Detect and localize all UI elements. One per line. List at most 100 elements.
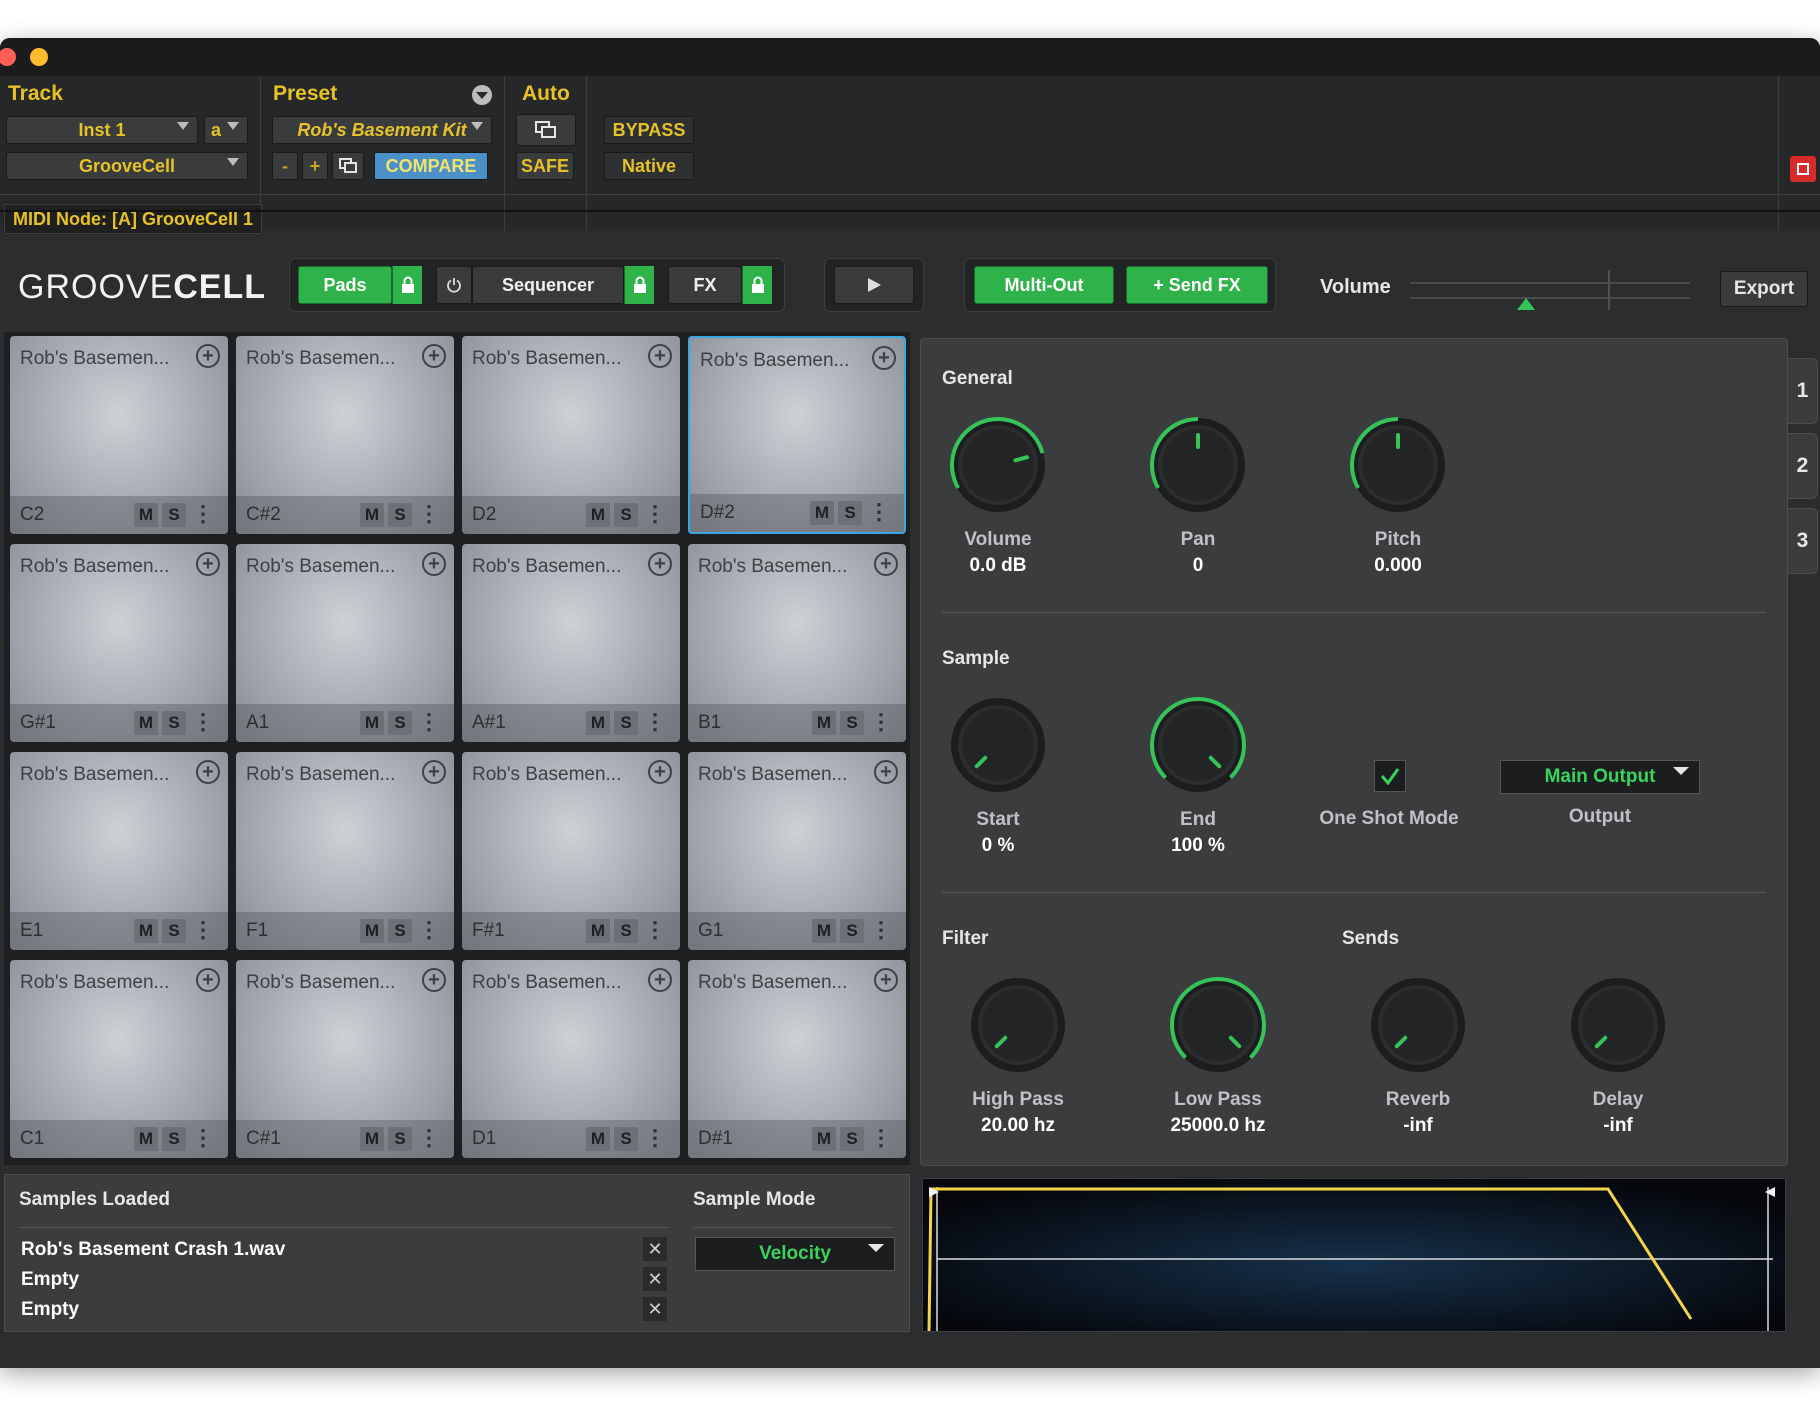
add-sample-icon[interactable]: + bbox=[422, 760, 446, 784]
pad-mute-button[interactable]: M bbox=[134, 711, 158, 735]
bypass-button[interactable]: BYPASS bbox=[604, 116, 694, 144]
preset-select[interactable]: Rob's Basement Kit bbox=[272, 116, 492, 144]
drum-pad[interactable]: Rob's Basemen... + D#2 M S ⋮ bbox=[688, 336, 906, 534]
volume-slider-track[interactable] bbox=[1410, 282, 1690, 284]
compare-button[interactable]: COMPARE bbox=[374, 152, 488, 180]
more-options-icon[interactable]: ⋮ bbox=[644, 709, 666, 735]
minimize-window-button[interactable] bbox=[30, 48, 48, 66]
pitch-knob[interactable] bbox=[1349, 416, 1447, 514]
drum-pad[interactable]: Rob's Basemen... + C#1 M S ⋮ bbox=[236, 960, 454, 1158]
add-sample-icon[interactable]: + bbox=[196, 344, 220, 368]
pad-mute-button[interactable]: M bbox=[812, 1127, 836, 1151]
pad-solo-button[interactable]: S bbox=[614, 1127, 638, 1151]
preset-prev-button[interactable]: - bbox=[272, 152, 298, 180]
pad-solo-button[interactable]: S bbox=[162, 711, 186, 735]
drum-pad[interactable]: Rob's Basemen... + G#1 M S ⋮ bbox=[10, 544, 228, 742]
sample-slot-1[interactable]: Rob's Basement Crash 1.wav bbox=[21, 1239, 285, 1261]
add-sample-icon[interactable]: + bbox=[196, 968, 220, 992]
pan-knob[interactable] bbox=[1149, 416, 1247, 514]
more-options-icon[interactable]: ⋮ bbox=[870, 1125, 892, 1151]
add-sample-icon[interactable]: + bbox=[874, 552, 898, 576]
insert-select[interactable]: GrooveCell bbox=[6, 152, 248, 180]
add-sample-icon[interactable]: + bbox=[648, 968, 672, 992]
pad-mute-button[interactable]: M bbox=[360, 503, 384, 527]
copy-settings-icon[interactable] bbox=[332, 152, 364, 180]
pad-mute-button[interactable]: M bbox=[360, 711, 384, 735]
pad-solo-button[interactable]: S bbox=[614, 711, 638, 735]
remove-sample-2-icon[interactable]: ✕ bbox=[643, 1267, 667, 1291]
end-knob[interactable] bbox=[1149, 696, 1247, 794]
more-options-icon[interactable]: ⋮ bbox=[870, 709, 892, 735]
pad-mute-button[interactable]: M bbox=[586, 919, 610, 943]
more-options-icon[interactable]: ⋮ bbox=[192, 709, 214, 735]
start-knob[interactable] bbox=[949, 696, 1047, 794]
sample-mode-select[interactable]: Velocity bbox=[695, 1237, 895, 1271]
layer-tab-1[interactable]: 1 bbox=[1788, 358, 1818, 424]
output-select[interactable]: Main Output bbox=[1500, 760, 1700, 794]
one-shot-checkbox[interactable] bbox=[1374, 760, 1406, 792]
drum-pad[interactable]: Rob's Basemen... + D#1 M S ⋮ bbox=[688, 960, 906, 1158]
pad-solo-button[interactable]: S bbox=[614, 503, 638, 527]
drum-pad[interactable]: Rob's Basemen... + C2 M S ⋮ bbox=[10, 336, 228, 534]
drum-pad[interactable]: Rob's Basemen... + D2 M S ⋮ bbox=[462, 336, 680, 534]
drum-pad[interactable]: Rob's Basemen... + C#2 M S ⋮ bbox=[236, 336, 454, 534]
pad-mute-button[interactable]: M bbox=[586, 711, 610, 735]
more-options-icon[interactable]: ⋮ bbox=[644, 501, 666, 527]
pad-solo-button[interactable]: S bbox=[388, 711, 412, 735]
pad-mute-button[interactable]: M bbox=[810, 501, 834, 525]
volume-knob[interactable] bbox=[949, 416, 1047, 514]
pad-mute-button[interactable]: M bbox=[134, 919, 158, 943]
pad-mute-button[interactable]: M bbox=[586, 1127, 610, 1151]
pad-mute-button[interactable]: M bbox=[134, 503, 158, 527]
more-options-icon[interactable]: ⋮ bbox=[192, 1125, 214, 1151]
track-select[interactable]: Inst 1 bbox=[6, 116, 198, 144]
drum-pad[interactable]: Rob's Basemen... + A#1 M S ⋮ bbox=[462, 544, 680, 742]
drum-pad[interactable]: Rob's Basemen... + G1 M S ⋮ bbox=[688, 752, 906, 950]
pad-solo-button[interactable]: S bbox=[162, 919, 186, 943]
more-options-icon[interactable]: ⋮ bbox=[644, 917, 666, 943]
more-options-icon[interactable]: ⋮ bbox=[418, 501, 440, 527]
pad-solo-button[interactable]: S bbox=[388, 919, 412, 943]
pad-solo-button[interactable]: S bbox=[838, 501, 862, 525]
add-sample-icon[interactable]: + bbox=[648, 344, 672, 368]
more-options-icon[interactable]: ⋮ bbox=[192, 917, 214, 943]
multi-out-button[interactable]: Multi-Out bbox=[974, 266, 1114, 304]
more-options-icon[interactable]: ⋮ bbox=[868, 499, 890, 525]
add-sample-icon[interactable]: + bbox=[648, 760, 672, 784]
pad-solo-button[interactable]: S bbox=[162, 503, 186, 527]
high-pass-knob[interactable] bbox=[969, 976, 1067, 1074]
tab-sequencer[interactable]: Sequencer bbox=[472, 266, 624, 304]
layer-tab-3[interactable]: 3 bbox=[1788, 508, 1818, 574]
play-button[interactable] bbox=[834, 266, 914, 304]
close-plugin-icon[interactable] bbox=[1790, 156, 1816, 182]
pad-solo-button[interactable]: S bbox=[840, 919, 864, 943]
remove-sample-3-icon[interactable]: ✕ bbox=[643, 1297, 667, 1321]
pad-solo-button[interactable]: S bbox=[388, 1127, 412, 1151]
track-channel-select[interactable]: a bbox=[204, 116, 248, 144]
tab-fx[interactable]: FX bbox=[668, 266, 742, 304]
low-pass-knob[interactable] bbox=[1169, 976, 1267, 1074]
preset-next-button[interactable]: + bbox=[302, 152, 328, 180]
drum-pad[interactable]: Rob's Basemen... + D1 M S ⋮ bbox=[462, 960, 680, 1158]
safe-button[interactable]: SAFE bbox=[516, 152, 574, 180]
pad-solo-button[interactable]: S bbox=[162, 1127, 186, 1151]
pad-mute-button[interactable]: M bbox=[360, 1127, 384, 1151]
sequencer-lock-icon[interactable] bbox=[624, 266, 654, 304]
sequencer-power-icon[interactable] bbox=[436, 266, 472, 304]
more-options-icon[interactable]: ⋮ bbox=[870, 917, 892, 943]
pad-solo-button[interactable]: S bbox=[614, 919, 638, 943]
add-sample-icon[interactable]: + bbox=[422, 968, 446, 992]
reverb-knob[interactable] bbox=[1369, 976, 1467, 1074]
drum-pad[interactable]: Rob's Basemen... + B1 M S ⋮ bbox=[688, 544, 906, 742]
add-sample-icon[interactable]: + bbox=[196, 760, 220, 784]
pad-mute-button[interactable]: M bbox=[812, 919, 836, 943]
add-sample-icon[interactable]: + bbox=[874, 968, 898, 992]
add-sample-icon[interactable]: + bbox=[196, 552, 220, 576]
drum-pad[interactable]: Rob's Basemen... + A1 M S ⋮ bbox=[236, 544, 454, 742]
remove-sample-1-icon[interactable]: ✕ bbox=[643, 1237, 667, 1261]
pad-solo-button[interactable]: S bbox=[840, 711, 864, 735]
volume-slider-thumb[interactable] bbox=[1517, 298, 1535, 310]
drum-pad[interactable]: Rob's Basemen... + C1 M S ⋮ bbox=[10, 960, 228, 1158]
envelope-display[interactable] bbox=[922, 1178, 1786, 1332]
pad-mute-button[interactable]: M bbox=[586, 503, 610, 527]
